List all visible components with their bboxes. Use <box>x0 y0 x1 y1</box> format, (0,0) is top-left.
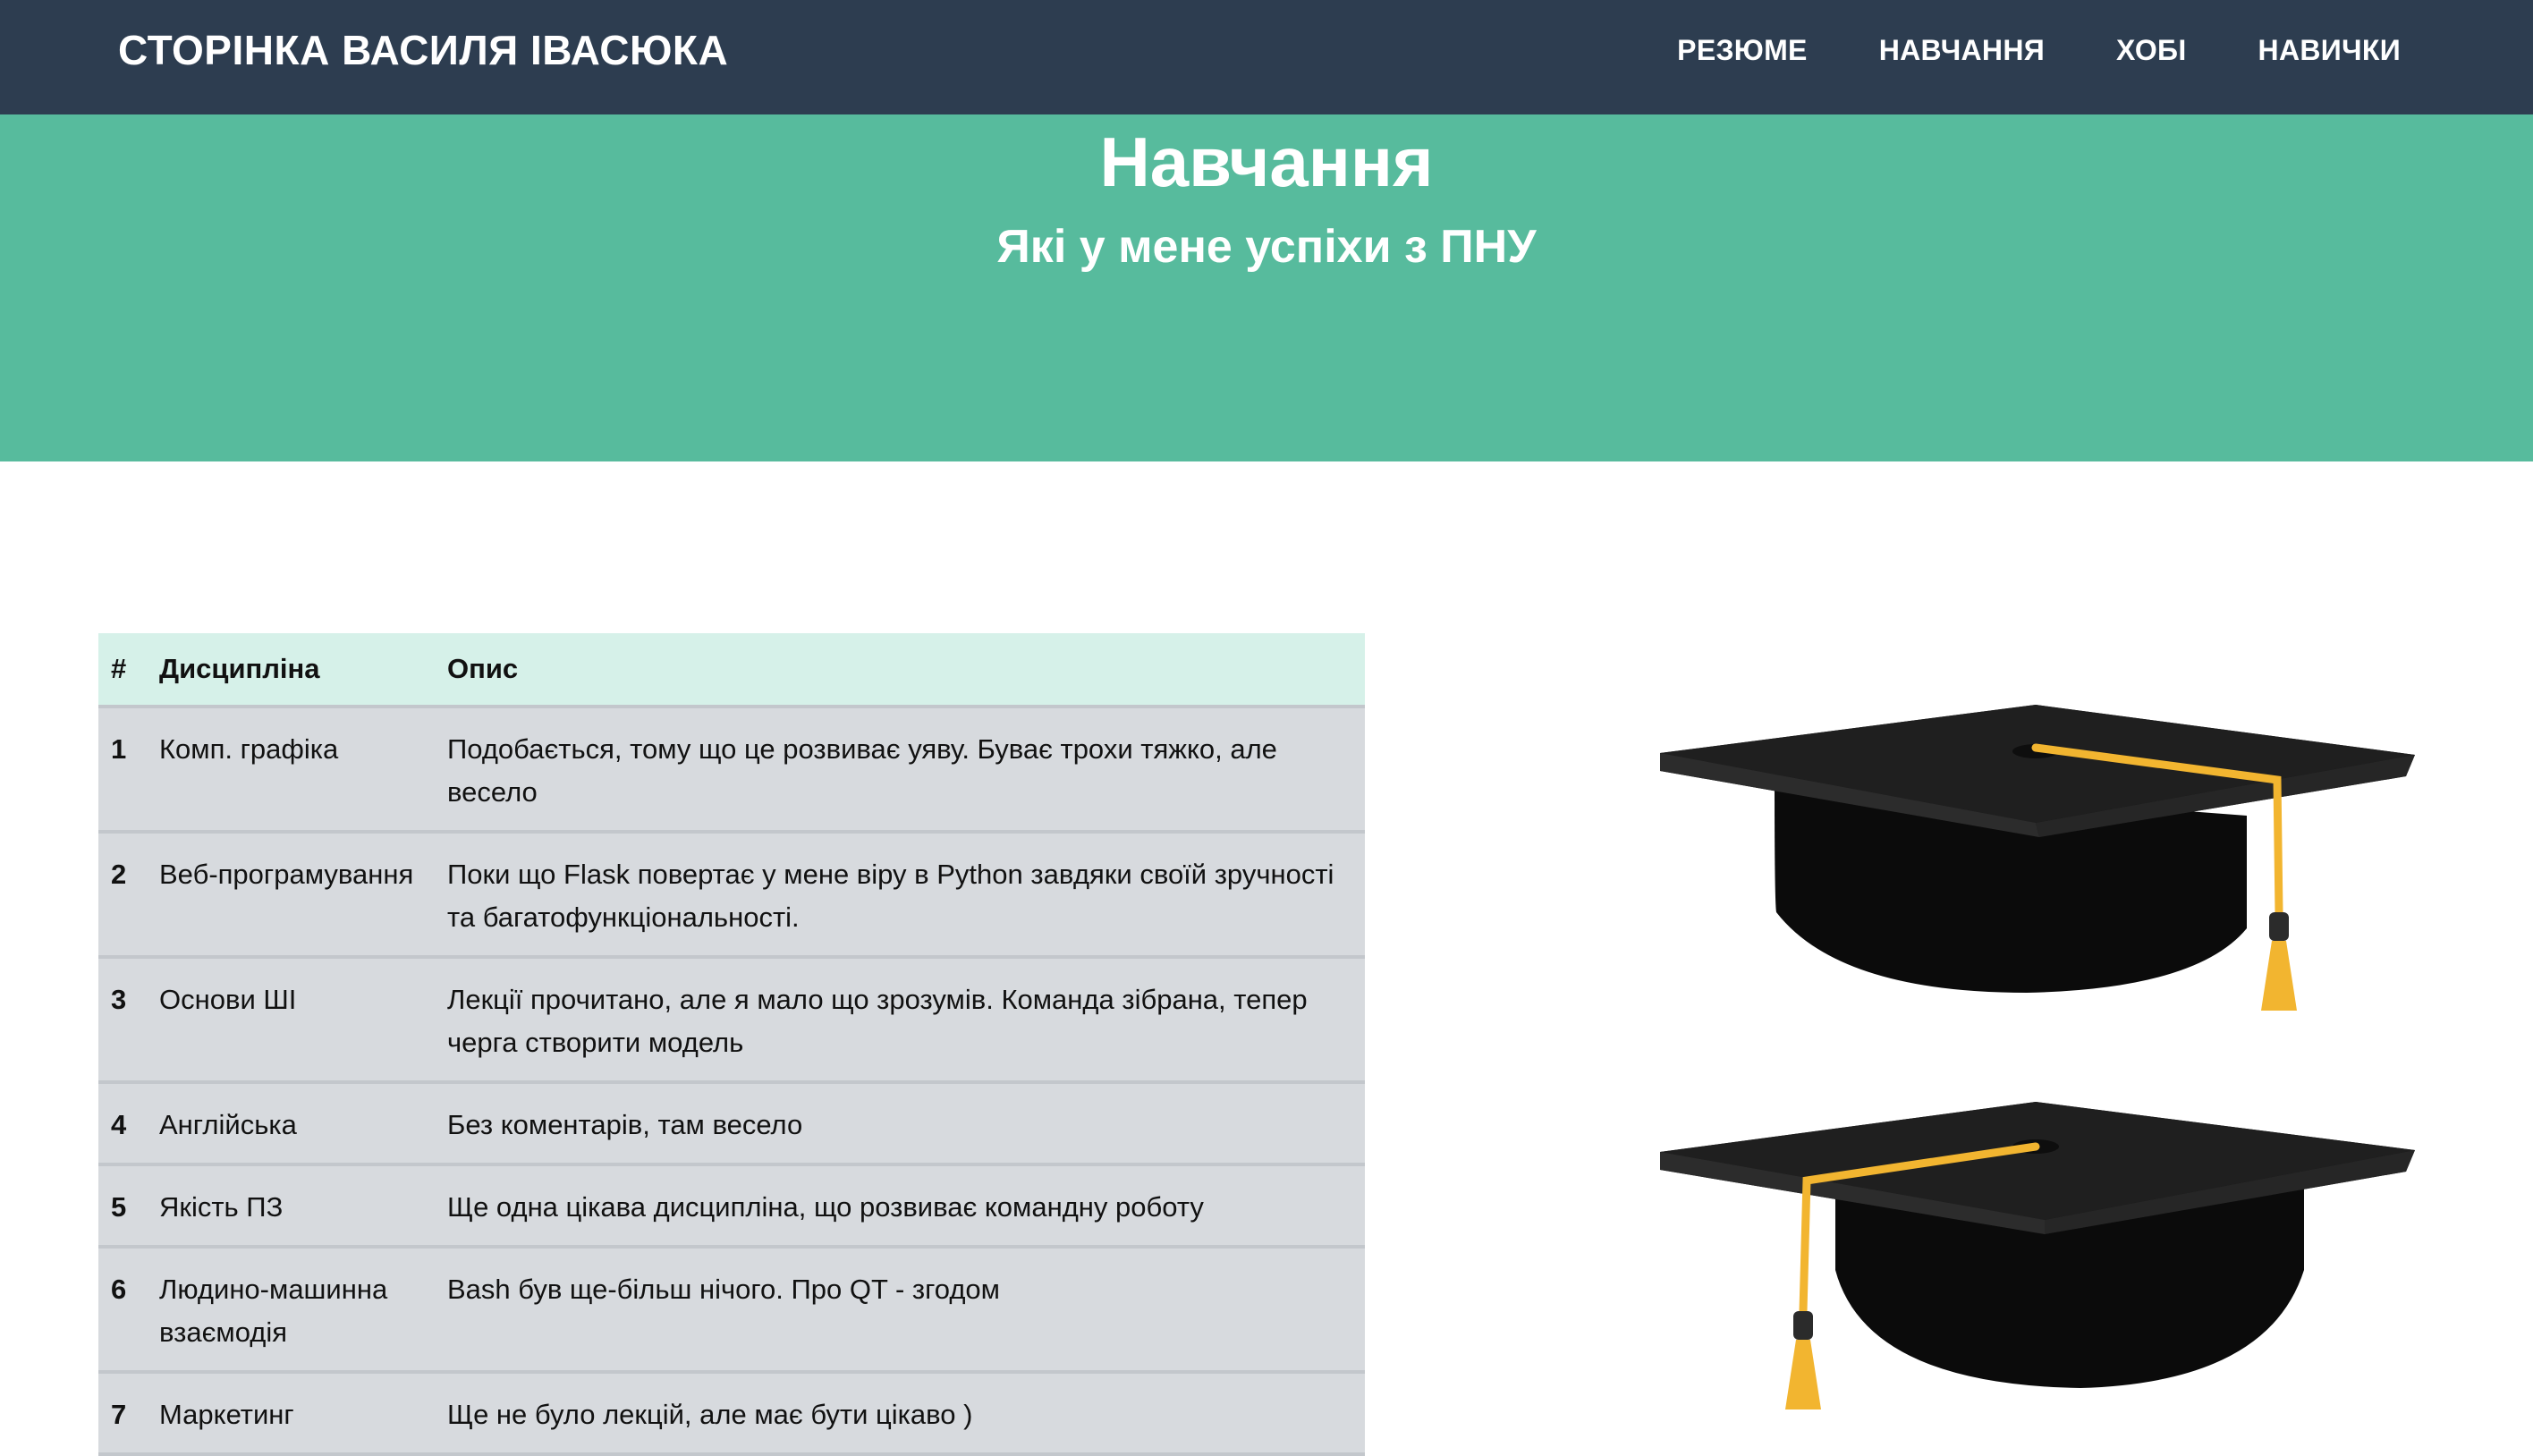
nav-link-resume[interactable]: РЕЗЮМЕ <box>1677 34 1808 67</box>
nav-links: РЕЗЮМЕ НАВЧАННЯ ХОБІ НАВИЧКИ <box>1605 34 2401 67</box>
graduation-cap-icon <box>1660 1102 2415 1409</box>
row-discipline: Основи ШІ <box>159 984 297 1015</box>
graduation-cap-icon <box>1660 705 2415 1011</box>
row-discipline: Якість ПЗ <box>159 1191 284 1223</box>
row-number: 2 <box>111 859 127 890</box>
row-description: Поки що Flask повертає у мене віру в Pyt… <box>447 859 1334 933</box>
row-description: Без коментарів, там весело <box>447 1109 803 1140</box>
graduation-caps-illustration <box>1660 705 2415 1409</box>
row-number: 3 <box>111 984 127 1015</box>
nav-link-education[interactable]: НАВЧАННЯ <box>1879 34 2045 67</box>
row-discipline: Людино-машинна взаємодія <box>159 1274 388 1348</box>
navbar: СТОРІНКА ВАСИЛЯ ІВАСЮКА РЕЗЮМЕ НАВЧАННЯ … <box>0 0 2533 114</box>
column-header-discipline: Дисципліна <box>159 653 320 684</box>
nav-link-skills[interactable]: НАВИЧКИ <box>2258 34 2401 67</box>
row-number: 7 <box>111 1399 127 1430</box>
table-row: 4 Англійська Без коментарів, там весело <box>98 1082 1365 1164</box>
table-row: 1 Комп. графіка Подобається, тому що це … <box>98 707 1365 832</box>
row-description: Bash був ще-більш нічого. Про QT - згодо… <box>447 1274 1000 1305</box>
row-discipline: Англійська <box>159 1109 297 1140</box>
site-brand[interactable]: СТОРІНКА ВАСИЛЯ ІВАСЮКА <box>118 26 728 74</box>
table-row: 7 Маркетинг Ще не було лекцій, але має б… <box>98 1372 1365 1454</box>
row-number: 5 <box>111 1191 127 1223</box>
table-row: 3 Основи ШІ Лекції прочитано, але я мало… <box>98 957 1365 1082</box>
column-header-number: # <box>111 653 127 684</box>
table-row: 5 Якість ПЗ Ще одна цікава дисципліна, щ… <box>98 1164 1365 1247</box>
row-discipline: Комп. графіка <box>159 733 339 765</box>
row-description: Ще одна цікава дисципліна, що розвиває к… <box>447 1191 1204 1223</box>
row-number: 6 <box>111 1274 127 1305</box>
masthead: Навчання Які у мене успіхи з ПНУ <box>0 114 2533 461</box>
page-subtitle: Які у мене успіхи з ПНУ <box>996 221 1537 273</box>
row-description: Подобається, тому що це розвиває уяву. Б… <box>447 733 1277 808</box>
table-row: 2 Веб-програмування Поки що Flask поверт… <box>98 832 1365 957</box>
nav-link-hobby[interactable]: ХОБІ <box>2116 34 2187 67</box>
row-description: Лекції прочитано, але я мало що зрозумів… <box>447 984 1308 1058</box>
column-header-description: Опис <box>447 653 519 684</box>
row-discipline: Маркетинг <box>159 1399 294 1430</box>
table-header-row: # Дисципліна Опис <box>98 633 1365 707</box>
row-discipline: Веб-програмування <box>159 859 414 890</box>
row-description: Ще не було лекцій, але має бути цікаво ) <box>447 1399 973 1430</box>
row-number: 1 <box>111 733 127 765</box>
table-row: 6 Людино-машинна взаємодія Bash був ще-б… <box>98 1247 1365 1372</box>
disciplines-table: # Дисципліна Опис 1 Комп. графіка Подоба… <box>98 633 1365 1456</box>
disciplines-table-container: # Дисципліна Опис 1 Комп. графіка Подоба… <box>98 633 1365 1456</box>
page-title: Навчання <box>1099 123 1434 201</box>
row-number: 4 <box>111 1109 127 1140</box>
